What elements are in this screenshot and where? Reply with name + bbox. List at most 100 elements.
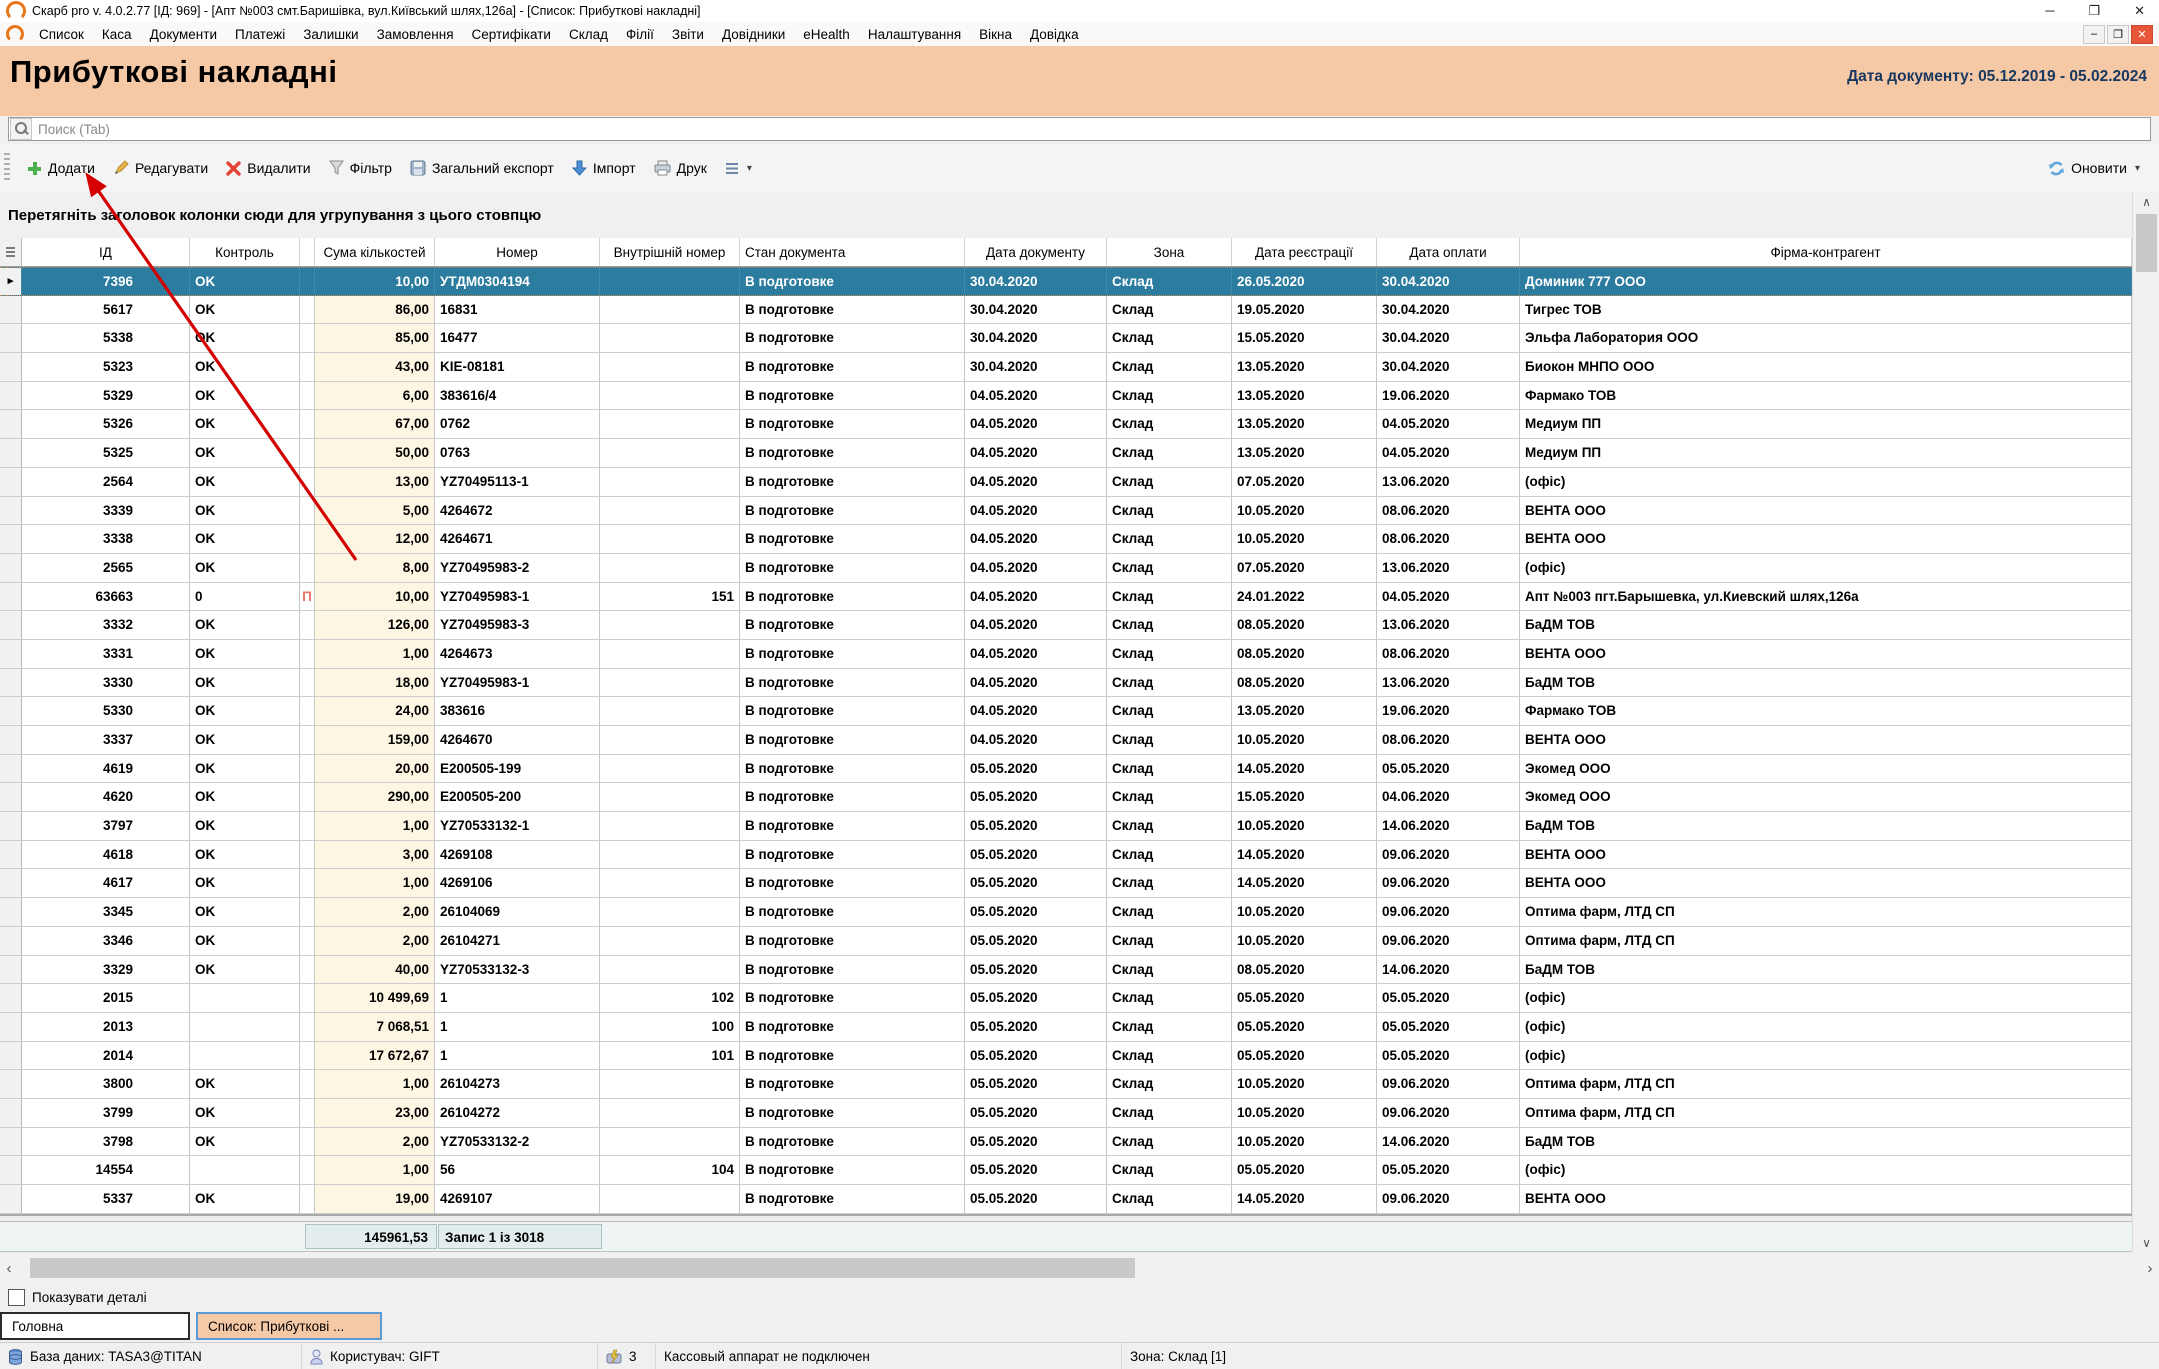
cell-3[interactable]: 67,00	[315, 410, 435, 438]
cell-1[interactable]: OK	[190, 669, 300, 697]
cell-3[interactable]: 19,00	[315, 1185, 435, 1213]
cell-11[interactable]: ВЕНТА ООО	[1520, 497, 2132, 525]
cell-5[interactable]	[600, 497, 740, 525]
scroll-up-icon[interactable]: ∧	[2133, 192, 2159, 211]
cell-10[interactable]: 08.06.2020	[1377, 525, 1520, 553]
cell-10[interactable]: 30.04.2020	[1377, 268, 1520, 295]
cell-4[interactable]: YZ70495983-1	[435, 669, 600, 697]
cell-0[interactable]: 5329	[22, 382, 190, 410]
cell-2[interactable]	[300, 268, 315, 295]
cell-7[interactable]: 05.05.2020	[965, 1070, 1107, 1098]
scroll-left-icon[interactable]: ‹	[0, 1254, 18, 1282]
cell-5[interactable]	[600, 296, 740, 324]
cell-1[interactable]: OK	[190, 554, 300, 582]
cell-1[interactable]: 0	[190, 583, 300, 611]
cell-3[interactable]: 3,00	[315, 841, 435, 869]
cell-11[interactable]: БаДМ ТОВ	[1520, 812, 2132, 840]
cell-9[interactable]: 10.05.2020	[1232, 927, 1377, 955]
cell-3[interactable]: 290,00	[315, 783, 435, 811]
cell-4[interactable]: 1	[435, 984, 600, 1012]
cell-2[interactable]	[300, 812, 315, 840]
cell-4[interactable]: 4269108	[435, 841, 600, 869]
cell-5[interactable]	[600, 1128, 740, 1156]
menu-item-13[interactable]: Вікна	[970, 25, 1021, 44]
cell-8[interactable]: Склад	[1107, 611, 1232, 639]
cell-8[interactable]: Склад	[1107, 382, 1232, 410]
cell-6[interactable]: В подготовке	[740, 869, 965, 897]
cell-7[interactable]: 05.05.2020	[965, 956, 1107, 984]
table-row[interactable]: 3337OK159,004264670В подготовке04.05.202…	[0, 726, 2132, 755]
cell-1[interactable]: OK	[190, 1185, 300, 1213]
cell-8[interactable]: Склад	[1107, 898, 1232, 926]
cell-4[interactable]: 4269106	[435, 869, 600, 897]
cell-4[interactable]: YZ70533132-1	[435, 812, 600, 840]
cell-9[interactable]: 15.05.2020	[1232, 324, 1377, 352]
cell-4[interactable]: 383616/4	[435, 382, 600, 410]
cell-8[interactable]: Склад	[1107, 841, 1232, 869]
cell-6[interactable]: В подготовке	[740, 497, 965, 525]
cell-1[interactable]: OK	[190, 1070, 300, 1098]
cell-4[interactable]: 16831	[435, 296, 600, 324]
cell-2[interactable]	[300, 410, 315, 438]
cell-5[interactable]	[600, 755, 740, 783]
cell-5[interactable]	[600, 382, 740, 410]
cell-0[interactable]: 5323	[22, 353, 190, 381]
cell-5[interactable]	[600, 841, 740, 869]
table-row[interactable]: 145541,0056104В подготовке05.05.2020Скла…	[0, 1156, 2132, 1185]
cell-1[interactable]: OK	[190, 296, 300, 324]
table-row[interactable]: 4619OK20,00E200505-199В подготовке05.05.…	[0, 755, 2132, 784]
cell-1[interactable]: OK	[190, 268, 300, 295]
cell-5[interactable]	[600, 554, 740, 582]
cell-7[interactable]: 04.05.2020	[965, 583, 1107, 611]
cell-5[interactable]	[600, 468, 740, 496]
cell-8[interactable]: Склад	[1107, 268, 1232, 295]
table-row[interactable]: 201417 672,671101В подготовке05.05.2020С…	[0, 1042, 2132, 1071]
cell-8[interactable]: Склад	[1107, 296, 1232, 324]
cell-0[interactable]: 5326	[22, 410, 190, 438]
cell-8[interactable]: Склад	[1107, 927, 1232, 955]
grid-corner-icon[interactable]	[0, 238, 22, 266]
cell-6[interactable]: В подготовке	[740, 296, 965, 324]
menu-item-6[interactable]: Сертифікати	[463, 25, 560, 44]
cell-10[interactable]: 13.06.2020	[1377, 611, 1520, 639]
menu-item-9[interactable]: Звіти	[663, 25, 713, 44]
column-header-9[interactable]: Дата реєстрації	[1232, 238, 1377, 266]
row-selector[interactable]	[0, 1070, 22, 1098]
cell-10[interactable]: 09.06.2020	[1377, 898, 1520, 926]
cell-11[interactable]: (офіс)	[1520, 554, 2132, 582]
cell-0[interactable]: 3338	[22, 525, 190, 553]
cell-3[interactable]: 43,00	[315, 353, 435, 381]
cell-10[interactable]: 08.06.2020	[1377, 640, 1520, 668]
row-selector[interactable]	[0, 841, 22, 869]
cell-7[interactable]: 05.05.2020	[965, 1042, 1107, 1070]
cell-11[interactable]: Апт №003 пгт.Барышевка, ул.Киевский шлях…	[1520, 583, 2132, 611]
cell-6[interactable]: В подготовке	[740, 382, 965, 410]
column-header-3[interactable]: Сума кількостей	[315, 238, 435, 266]
mdi-restore-icon[interactable]: ❐	[2107, 25, 2129, 44]
table-row[interactable]: 5325OK50,000763В подготовке04.05.2020Скл…	[0, 439, 2132, 468]
cell-3[interactable]: 17 672,67	[315, 1042, 435, 1070]
cell-10[interactable]: 09.06.2020	[1377, 1070, 1520, 1098]
cell-2[interactable]	[300, 927, 315, 955]
cell-8[interactable]: Склад	[1107, 1185, 1232, 1213]
cell-10[interactable]: 04.05.2020	[1377, 439, 1520, 467]
cell-0[interactable]: 2014	[22, 1042, 190, 1070]
column-header-8[interactable]: Зона	[1107, 238, 1232, 266]
cell-0[interactable]: 14554	[22, 1156, 190, 1184]
row-selector[interactable]	[0, 984, 22, 1012]
cell-9[interactable]: 13.05.2020	[1232, 439, 1377, 467]
cell-6[interactable]: В подготовке	[740, 439, 965, 467]
cell-7[interactable]: 05.05.2020	[965, 1013, 1107, 1041]
cell-3[interactable]: 1,00	[315, 869, 435, 897]
column-header-6[interactable]: Стан документа	[740, 238, 965, 266]
row-selector[interactable]	[0, 1128, 22, 1156]
cell-8[interactable]: Склад	[1107, 1070, 1232, 1098]
scroll-right-icon[interactable]: ›	[2141, 1254, 2159, 1282]
cell-1[interactable]: OK	[190, 726, 300, 754]
cell-3[interactable]: 40,00	[315, 956, 435, 984]
cell-11[interactable]: Фармако ТОВ	[1520, 697, 2132, 725]
cell-7[interactable]: 04.05.2020	[965, 726, 1107, 754]
cell-4[interactable]: YZ70495983-1	[435, 583, 600, 611]
row-selector[interactable]	[0, 927, 22, 955]
cell-2[interactable]	[300, 898, 315, 926]
